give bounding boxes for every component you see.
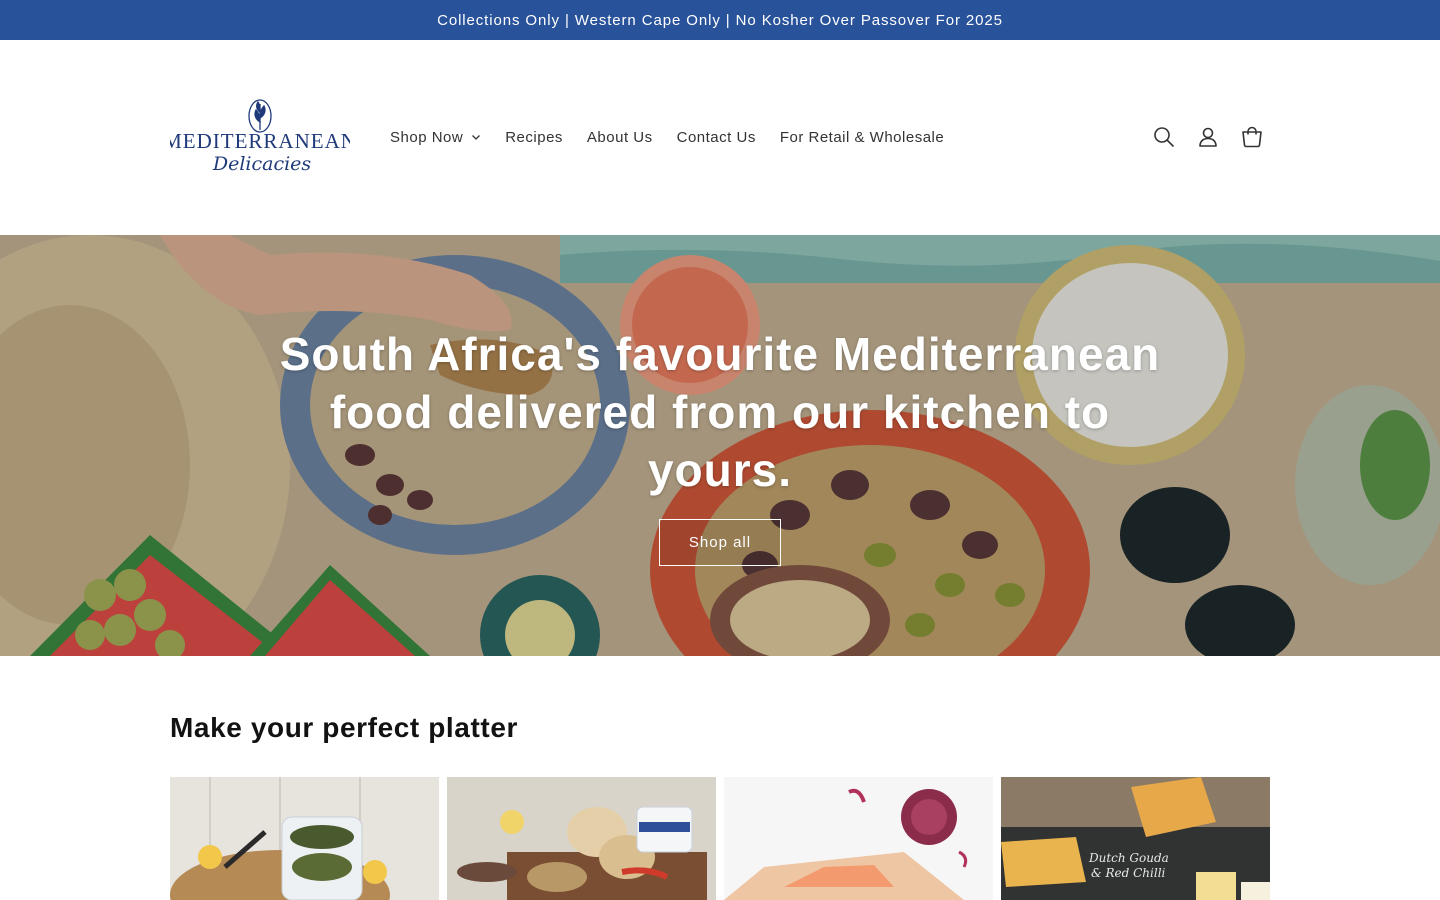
site-header: MEDITERRANEAN Delicacies Shop Now Recipe…	[0, 40, 1440, 235]
nav-retail-wholesale[interactable]: For Retail & Wholesale	[768, 129, 956, 146]
logo-wordmark: MEDITERRANEAN	[170, 129, 350, 153]
nav-shop-now-label: Shop Now	[390, 128, 464, 146]
nav-contact-us[interactable]: Contact Us	[665, 129, 768, 146]
vine-leaves-image	[170, 777, 439, 900]
hero-title: South Africa's favourite Mediterranean f…	[279, 328, 1161, 496]
collection-card-bread-dips[interactable]	[447, 777, 716, 900]
salmon-image	[724, 777, 993, 900]
search-button[interactable]	[1142, 115, 1186, 159]
nav-retail-wholesale-label: For Retail & Wholesale	[779, 128, 945, 146]
collection-card-cheese[interactable]: Dutch Gouda & Red Chilli	[1001, 777, 1270, 900]
collection-list: Dutch Gouda & Red Chilli	[170, 777, 1270, 900]
announcement-bar: Collections Only | Western Cape Only | N…	[0, 0, 1440, 40]
shop-all-button[interactable]: Shop all	[659, 519, 781, 566]
logo-image: MEDITERRANEAN Delicacies	[170, 99, 350, 175]
nav-about-us[interactable]: About Us	[575, 129, 665, 146]
cart-icon	[1242, 126, 1262, 148]
collection-card-vine-leaves[interactable]	[170, 777, 439, 900]
account-button[interactable]	[1186, 115, 1230, 159]
brand-logo[interactable]: MEDITERRANEAN Delicacies	[170, 98, 350, 178]
hero-banner: South Africa's favourite Mediterranean f…	[0, 235, 1440, 656]
logo-script: Delicacies	[212, 153, 312, 175]
bread-dips-image	[447, 777, 716, 900]
nav-contact-us-label: Contact Us	[676, 128, 756, 146]
cart-button[interactable]	[1230, 115, 1274, 159]
announcement-text: Collections Only | Western Cape Only | N…	[437, 11, 1003, 29]
cheese-board-image: Dutch Gouda & Red Chilli	[1001, 777, 1270, 900]
collection-title: Make your perfect platter	[170, 712, 518, 743]
nav-shop-now[interactable]: Shop Now	[378, 129, 493, 146]
collection-card-salmon[interactable]	[724, 777, 993, 900]
chalk-label-line2: & Red Chilli	[1091, 866, 1166, 880]
nav-recipes-label: Recipes	[505, 128, 563, 146]
nav-recipes[interactable]: Recipes	[493, 129, 575, 146]
chevron-down-icon	[471, 132, 481, 142]
main-nav: Shop Now Recipes About Us Contact Us For…	[378, 125, 956, 149]
nav-about-us-label: About Us	[586, 128, 653, 146]
account-icon	[1199, 127, 1217, 147]
search-icon	[1154, 127, 1174, 147]
header-actions	[1142, 115, 1274, 159]
chalk-label-line1: Dutch Gouda	[1088, 851, 1169, 865]
